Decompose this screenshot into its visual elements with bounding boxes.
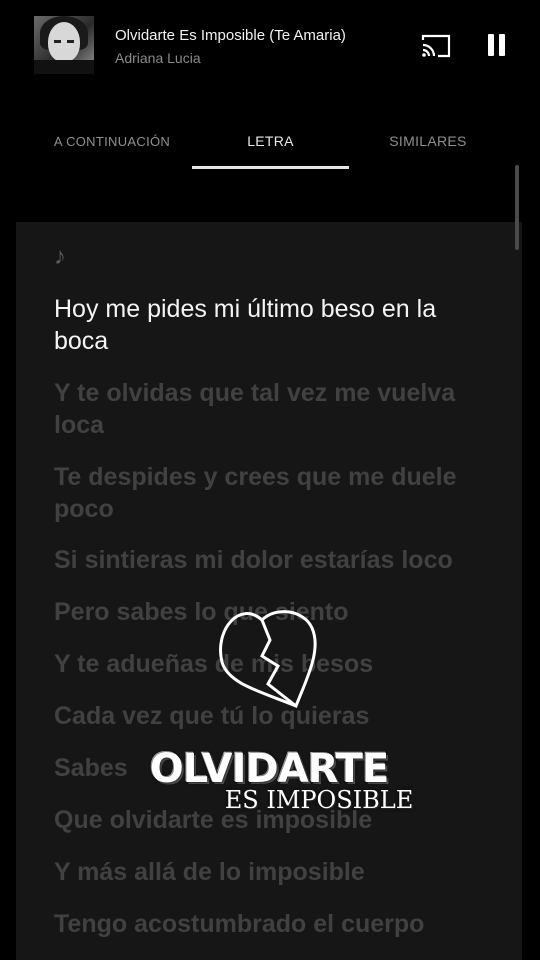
tab-lyrics[interactable]: LETRA bbox=[192, 112, 349, 170]
cover-bottom bbox=[34, 60, 94, 74]
pause-button[interactable] bbox=[486, 34, 508, 58]
track-title[interactable]: Olvidarte Es Imposible (Te Amaria) bbox=[115, 27, 346, 44]
lyric-line[interactable]: Tengo acostumbrado el cuerpo bbox=[54, 908, 494, 940]
tab-up-next[interactable]: A CONTINUACIÓN bbox=[34, 112, 190, 170]
cover-eye bbox=[54, 40, 61, 43]
music-note-icon: ♪ bbox=[54, 243, 66, 270]
lyric-line[interactable]: Si sintieras mi dolor estarías loco bbox=[54, 544, 494, 576]
scrollbar[interactable] bbox=[515, 165, 519, 250]
album-cover[interactable] bbox=[34, 16, 94, 74]
lyric-line[interactable]: Sabes bbox=[54, 752, 494, 784]
active-tab-indicator bbox=[192, 166, 349, 169]
pause-icon bbox=[499, 34, 505, 56]
cover-face bbox=[48, 22, 80, 62]
cast-button[interactable] bbox=[420, 33, 452, 59]
now-playing-bar[interactable]: Olvidarte Es Imposible (Te Amaria) Adria… bbox=[0, 0, 540, 95]
lyric-line[interactable]: Y te adueñas de mis besos bbox=[54, 648, 494, 680]
lyric-line[interactable]: Y más allá de lo imposible bbox=[54, 856, 494, 888]
cover-eye bbox=[67, 40, 74, 43]
lyric-line[interactable]: Te despides y crees que me duele poco bbox=[54, 461, 494, 525]
track-artist[interactable]: Adriana Lucia bbox=[115, 50, 201, 66]
cast-icon bbox=[421, 34, 451, 58]
lyric-line[interactable]: Y te olvidas que tal vez me vuelva loca bbox=[54, 377, 494, 441]
pause-icon bbox=[488, 34, 494, 56]
tab-related[interactable]: SIMILARES bbox=[350, 112, 506, 170]
tab-bar: A CONTINUACIÓN LETRA SIMILARES bbox=[0, 112, 540, 170]
lyric-line[interactable]: Pero sabes lo que siento bbox=[54, 596, 494, 628]
lyric-line[interactable]: Que olvidarte es imposible bbox=[54, 804, 494, 836]
lyric-line-active[interactable]: Hoy me pides mi último beso en la boca bbox=[54, 293, 494, 357]
lyric-line[interactable]: Cada vez que tú lo quieras bbox=[54, 700, 494, 732]
